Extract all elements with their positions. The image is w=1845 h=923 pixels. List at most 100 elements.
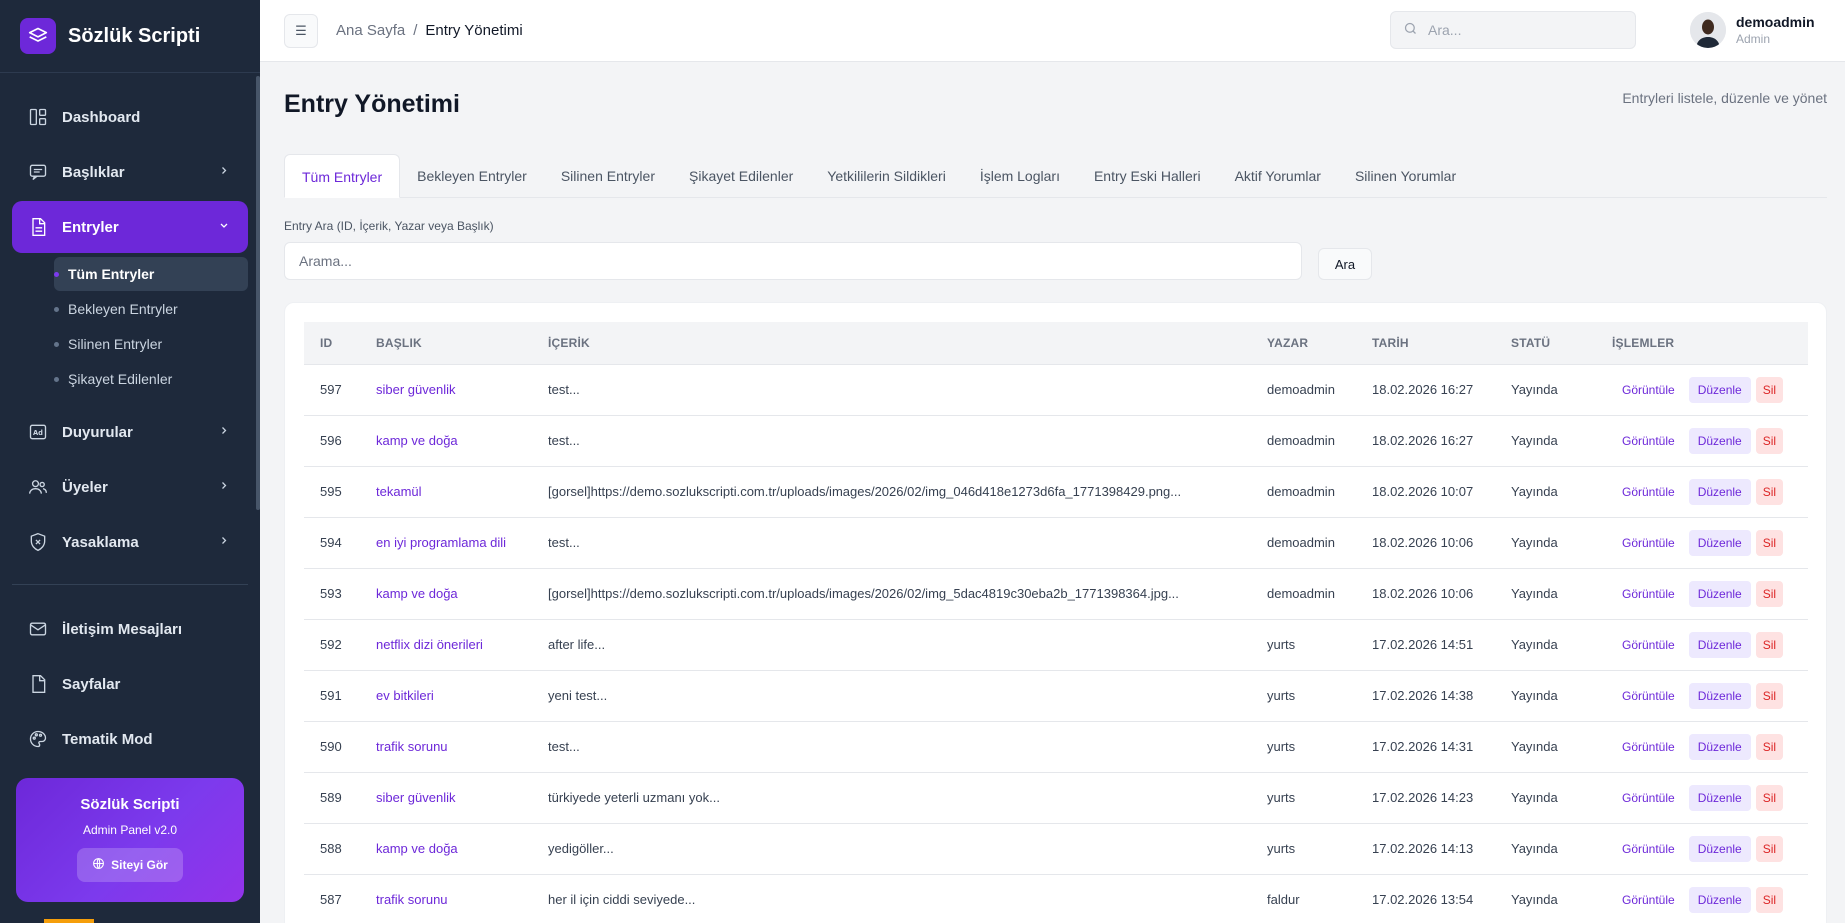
edit-button[interactable]: Düzenle xyxy=(1688,376,1751,403)
user-menu[interactable]: demoadmin Admin xyxy=(1690,12,1815,48)
cell-status: Yayında xyxy=(1495,772,1596,824)
delete-button[interactable]: Sil xyxy=(1755,886,1784,913)
cell-date: 18.02.2026 10:06 xyxy=(1356,517,1495,569)
cell-date: 17.02.2026 14:31 xyxy=(1356,721,1495,773)
delete-button[interactable]: Sil xyxy=(1755,733,1784,760)
sidebar-item-sayfalar[interactable]: Sayfalar xyxy=(12,658,248,710)
sidebar-item-iletisim[interactable]: İletişim Mesajları xyxy=(12,603,248,655)
tab-aktif-yorumlar[interactable]: Aktif Yorumlar xyxy=(1218,154,1338,198)
edit-button[interactable]: Düzenle xyxy=(1688,886,1751,913)
delete-button[interactable]: Sil xyxy=(1755,784,1784,811)
delete-button[interactable]: Sil xyxy=(1755,427,1784,454)
cell-title-link[interactable]: trafik sorunu xyxy=(360,721,532,773)
sidebar-item-uyeler[interactable]: Üyeler xyxy=(12,461,248,513)
cell-title-link[interactable]: siber güvenlik xyxy=(360,772,532,824)
cell-author: demoadmin xyxy=(1251,364,1356,416)
sidebar-item-dashboard[interactable]: Dashboard xyxy=(12,91,248,143)
view-button[interactable]: Görüntüle xyxy=(1612,530,1684,556)
view-button[interactable]: Görüntüle xyxy=(1612,428,1684,454)
edit-button[interactable]: Düzenle xyxy=(1688,580,1751,607)
cell-author: faldur xyxy=(1251,874,1356,923)
view-site-button[interactable]: Siteyi Gör xyxy=(77,848,183,882)
cell-title-link[interactable]: siber güvenlik xyxy=(360,364,532,416)
view-button[interactable]: Görüntüle xyxy=(1612,581,1684,607)
delete-button[interactable]: Sil xyxy=(1755,376,1784,403)
cell-content: [gorsel]https://demo.sozlukscripti.com.t… xyxy=(532,466,1251,518)
sidebar-subitem-bekleyen[interactable]: Bekleyen Entryler xyxy=(54,292,248,326)
tab-silinen-entryler[interactable]: Silinen Entryler xyxy=(544,154,672,198)
cell-title-link[interactable]: kamp ve doğa xyxy=(360,823,532,875)
sidebar-item-duyurular[interactable]: Ad Duyurular xyxy=(12,406,248,458)
edit-button[interactable]: Düzenle xyxy=(1688,631,1751,658)
sidebar-scrollbar[interactable] xyxy=(256,76,260,510)
tab-tum-entryler[interactable]: Tüm Entryler xyxy=(284,154,401,198)
edit-button[interactable]: Düzenle xyxy=(1688,529,1751,556)
edit-button[interactable]: Düzenle xyxy=(1688,478,1751,505)
column-header-author: YAZAR xyxy=(1251,322,1356,365)
search-input[interactable] xyxy=(1428,22,1628,38)
view-button[interactable]: Görüntüle xyxy=(1612,632,1684,658)
tab-islem-loglari[interactable]: İşlem Logları xyxy=(963,154,1077,198)
view-button[interactable]: Görüntüle xyxy=(1612,734,1684,760)
cell-title-link[interactable]: en iyi programlama dili xyxy=(360,517,532,569)
sidebar-subitem-sikayet[interactable]: Şikayet Edilenler xyxy=(54,362,248,396)
entry-search-button[interactable]: Ara xyxy=(1318,248,1372,280)
entry-search-input[interactable] xyxy=(284,242,1302,280)
view-button[interactable]: Görüntüle xyxy=(1612,683,1684,709)
view-button[interactable]: Görüntüle xyxy=(1612,785,1684,811)
subitem-label: Bekleyen Entryler xyxy=(68,301,178,317)
bullet-dot xyxy=(54,341,59,347)
sidebar-item-basliklar[interactable]: Başlıklar xyxy=(12,146,248,198)
cell-date: 18.02.2026 10:06 xyxy=(1356,568,1495,620)
cell-id: 596 xyxy=(304,415,360,467)
tab-silinen-yorumlar[interactable]: Silinen Yorumlar xyxy=(1338,154,1473,198)
cell-title-link[interactable]: ev bitkileri xyxy=(360,670,532,722)
subitem-label: Şikayet Edilenler xyxy=(68,371,173,387)
cell-actions: Görüntüle Düzenle Sil xyxy=(1596,517,1808,569)
edit-button[interactable]: Düzenle xyxy=(1688,784,1751,811)
users-icon xyxy=(28,477,48,497)
cell-title-link[interactable]: trafik sorunu xyxy=(360,874,532,923)
chevron-right-icon xyxy=(218,534,230,551)
document-icon xyxy=(28,217,48,237)
delete-button[interactable]: Sil xyxy=(1755,682,1784,709)
cell-title-link[interactable]: kamp ve doğa xyxy=(360,415,532,467)
delete-button[interactable]: Sil xyxy=(1755,835,1784,862)
delete-button[interactable]: Sil xyxy=(1755,529,1784,556)
cell-content: test... xyxy=(532,517,1251,569)
view-button[interactable]: Görüntüle xyxy=(1612,479,1684,505)
view-button[interactable]: Görüntüle xyxy=(1612,836,1684,862)
cell-author: demoadmin xyxy=(1251,415,1356,467)
cell-actions: Görüntüle Düzenle Sil xyxy=(1596,670,1808,722)
sidebar-item-tematik-mod[interactable]: Tematik Mod xyxy=(12,713,248,765)
delete-button[interactable]: Sil xyxy=(1755,478,1784,505)
chevron-down-icon xyxy=(218,219,230,236)
tab-entry-eski-halleri[interactable]: Entry Eski Halleri xyxy=(1077,154,1218,198)
tab-sikayet-edilenler[interactable]: Şikayet Edilenler xyxy=(672,154,810,198)
delete-button[interactable]: Sil xyxy=(1755,631,1784,658)
view-button[interactable]: Görüntüle xyxy=(1612,887,1684,913)
sidebar-subitem-silinen[interactable]: Silinen Entryler xyxy=(54,327,248,361)
hamburger-icon: ☰ xyxy=(295,23,307,38)
view-button[interactable]: Görüntüle xyxy=(1612,377,1684,403)
cell-id: 591 xyxy=(304,670,360,722)
tab-yetkililerin-sildikleri[interactable]: Yetkililerin Sildikleri xyxy=(810,154,963,198)
cell-actions: Görüntüle Düzenle Sil xyxy=(1596,415,1808,467)
breadcrumb-home[interactable]: Ana Sayfa xyxy=(336,22,405,39)
cell-title-link[interactable]: tekamül xyxy=(360,466,532,518)
sidebar-item-entryler[interactable]: Entryler xyxy=(12,201,248,253)
edit-button[interactable]: Düzenle xyxy=(1688,427,1751,454)
tab-bekleyen-entryler[interactable]: Bekleyen Entryler xyxy=(400,154,544,198)
delete-button[interactable]: Sil xyxy=(1755,580,1784,607)
sidebar-subitem-tum-entryler[interactable]: Tüm Entryler xyxy=(54,257,248,291)
cell-title-link[interactable]: kamp ve doğa xyxy=(360,568,532,620)
cell-title-link[interactable]: netflix dizi önerileri xyxy=(360,619,532,671)
cell-actions: Görüntüle Düzenle Sil xyxy=(1596,772,1808,824)
brand[interactable]: Sözlük Scripti xyxy=(0,0,260,73)
cell-content: test... xyxy=(532,364,1251,416)
sidebar-item-yasaklama[interactable]: Yasaklama xyxy=(12,516,248,568)
menu-toggle-button[interactable]: ☰ xyxy=(284,14,318,48)
edit-button[interactable]: Düzenle xyxy=(1688,733,1751,760)
edit-button[interactable]: Düzenle xyxy=(1688,835,1751,862)
edit-button[interactable]: Düzenle xyxy=(1688,682,1751,709)
